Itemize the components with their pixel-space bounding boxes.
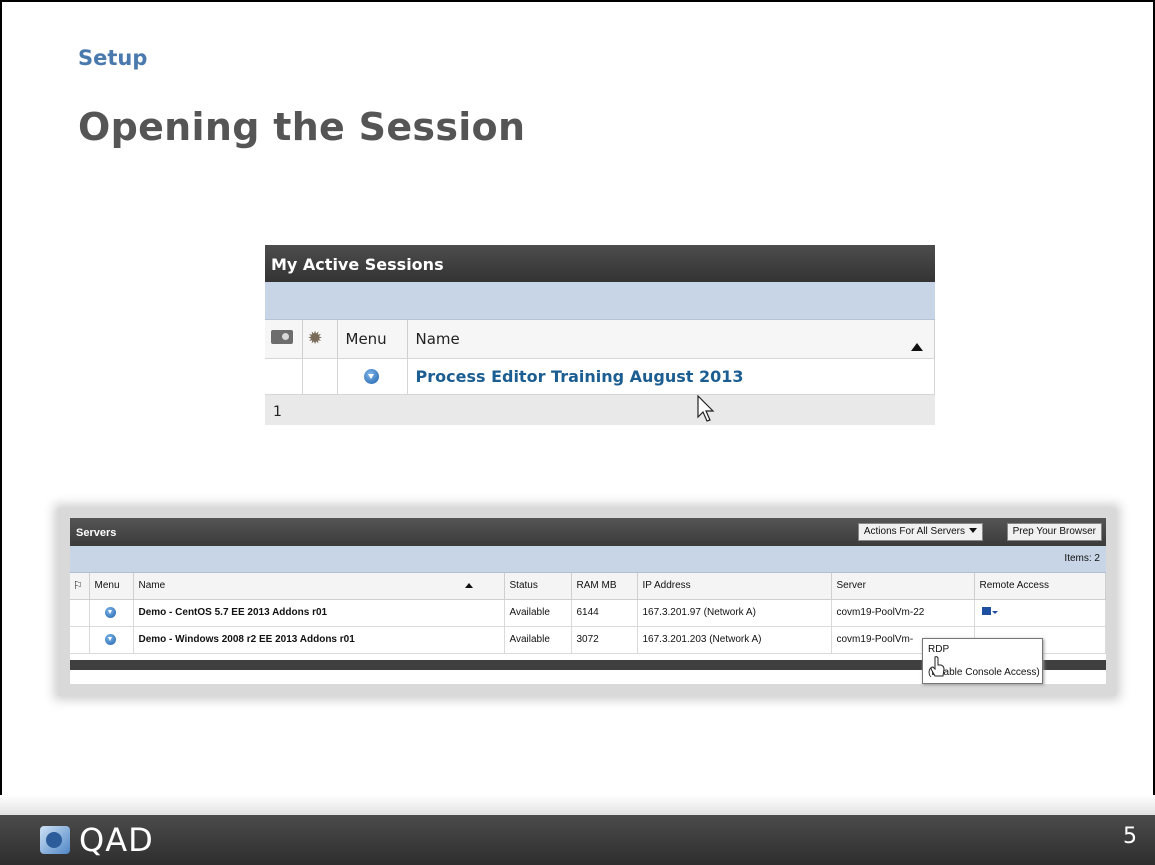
cell-server: covm19-PoolVm-22 bbox=[831, 599, 975, 627]
column-snapshot[interactable] bbox=[265, 320, 303, 359]
actions-button-label: Actions For All Servers bbox=[863, 526, 965, 537]
column-name[interactable]: Name bbox=[133, 573, 505, 600]
column-ip-address[interactable]: IP Address bbox=[637, 573, 832, 600]
cell-flag bbox=[70, 626, 90, 654]
cell-ip-address: 167.3.201.97 (Network A) bbox=[637, 599, 832, 627]
items-count: Items: 2 bbox=[1064, 553, 1100, 564]
cell-ip-address: 167.3.201.203 (Network A) bbox=[637, 626, 832, 654]
servers-toolbar: Items: 2 bbox=[70, 546, 1106, 573]
remote-access-icon[interactable] bbox=[981, 607, 998, 615]
cell-settings bbox=[302, 358, 338, 395]
pager: 1 bbox=[265, 394, 935, 425]
prep-your-browser-button[interactable]: Prep Your Browser bbox=[1006, 523, 1102, 541]
camera-icon bbox=[271, 329, 293, 344]
cell-status: Available bbox=[504, 626, 572, 654]
menu-item-rdp[interactable]: RDP bbox=[928, 644, 949, 655]
gear-icon: ✹ bbox=[307, 327, 323, 349]
brand-name: QAD bbox=[79, 821, 154, 859]
footer-bar bbox=[0, 815, 1155, 865]
cell-menu bbox=[337, 358, 408, 395]
sort-ascending-icon bbox=[465, 583, 474, 589]
table-row: Process Editor Training August 2013 bbox=[265, 358, 935, 395]
server-menu-icon[interactable] bbox=[104, 606, 116, 618]
column-ram[interactable]: RAM MB bbox=[571, 573, 638, 600]
cell-menu bbox=[89, 599, 134, 627]
cell-remote-access bbox=[974, 599, 1106, 627]
footer-fade bbox=[0, 795, 1155, 815]
servers-title: Servers bbox=[76, 527, 117, 539]
cell-name: Process Editor Training August 2013 bbox=[407, 358, 935, 395]
page-number-link[interactable]: 1 bbox=[273, 404, 282, 420]
cell-name[interactable]: Demo - Windows 2008 r2 EE 2013 Addons r0… bbox=[133, 626, 505, 654]
hand-pointer-icon bbox=[930, 656, 945, 677]
cell-flag bbox=[70, 599, 90, 627]
cell-name[interactable]: Demo - CentOS 5.7 EE 2013 Addons r01 bbox=[133, 599, 505, 627]
column-server[interactable]: Server bbox=[831, 573, 975, 600]
flag-icon: ⚐ bbox=[73, 580, 83, 593]
cell-ram: 3072 bbox=[571, 626, 638, 654]
column-menu[interactable]: Menu bbox=[89, 573, 134, 600]
servers-header: Servers Actions For All Servers Prep You… bbox=[70, 518, 1106, 546]
actions-for-all-servers-button[interactable]: Actions For All Servers bbox=[857, 523, 983, 541]
column-menu[interactable]: Menu bbox=[337, 320, 408, 359]
column-status[interactable]: Status bbox=[504, 573, 572, 600]
table-header-row: ⚐ Menu Name Status RAM MB IP Address Ser… bbox=[70, 573, 1106, 600]
active-sessions-table: ✹ Menu Name Process Editor Training Augu… bbox=[265, 320, 935, 395]
column-name[interactable]: Name bbox=[407, 320, 935, 359]
table-header-row: ✹ Menu Name bbox=[265, 320, 935, 359]
column-remote-access[interactable]: Remote Access bbox=[974, 573, 1106, 600]
cell-status: Available bbox=[504, 599, 572, 627]
cell-snapshot bbox=[265, 358, 303, 395]
active-sessions-toolbar bbox=[265, 282, 935, 320]
page-number: 5 bbox=[1123, 824, 1137, 849]
active-sessions-panel: My Active Sessions ✹ Menu Name Process E… bbox=[265, 245, 935, 428]
table-row: Demo - CentOS 5.7 EE 2013 Addons r01 Ava… bbox=[70, 599, 1106, 627]
slide-title: Opening the Session bbox=[78, 105, 526, 149]
session-menu-icon[interactable] bbox=[363, 369, 379, 384]
cell-menu bbox=[89, 626, 134, 654]
qad-logo-icon bbox=[40, 826, 70, 854]
chevron-down-icon bbox=[969, 528, 977, 533]
server-menu-icon[interactable] bbox=[104, 633, 116, 645]
sort-ascending-icon[interactable] bbox=[911, 343, 923, 351]
mouse-cursor-icon bbox=[697, 395, 715, 422]
cell-ram: 6144 bbox=[571, 599, 638, 627]
section-label: Setup bbox=[78, 46, 148, 70]
column-name-label: Name bbox=[138, 580, 166, 592]
session-name-link[interactable]: Process Editor Training August 2013 bbox=[416, 367, 744, 386]
active-sessions-title: My Active Sessions bbox=[265, 245, 935, 282]
column-flag[interactable]: ⚐ bbox=[70, 573, 90, 600]
column-settings[interactable]: ✹ bbox=[302, 320, 338, 359]
